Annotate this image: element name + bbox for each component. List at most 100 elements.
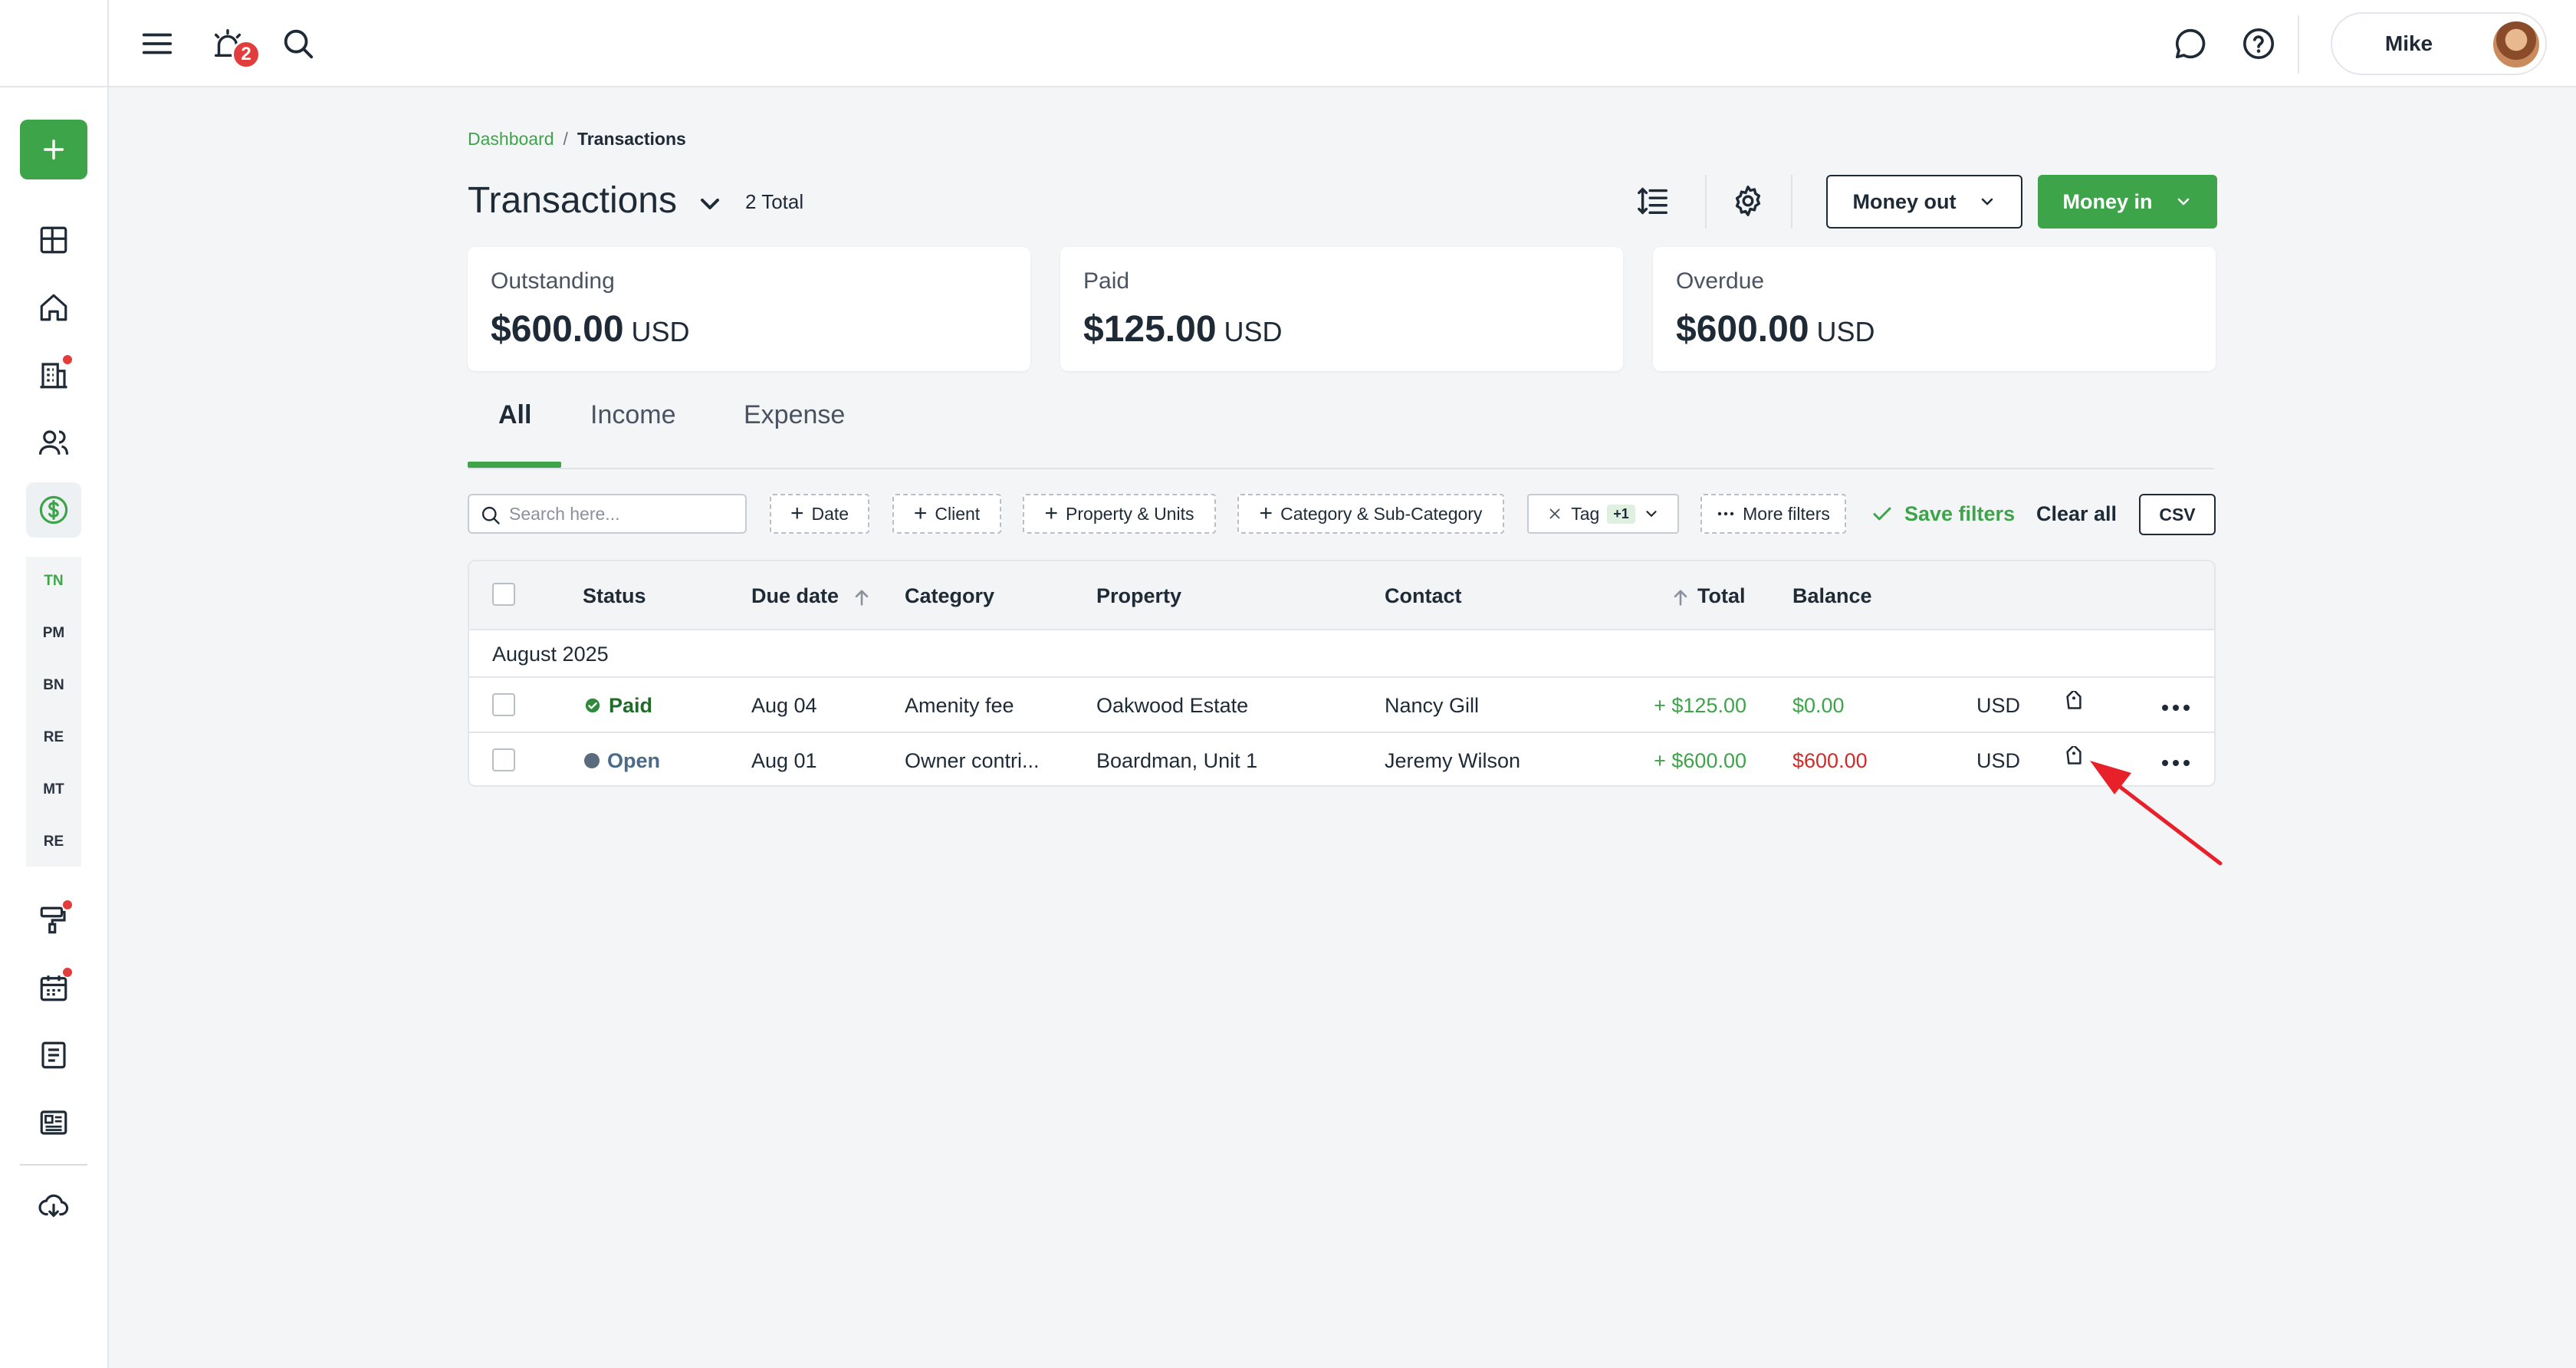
page-title: Transactions [468, 180, 677, 221]
clear-all-button[interactable]: Clear all [2036, 494, 2117, 534]
row-checkbox[interactable] [492, 693, 515, 716]
save-filters-button[interactable]: Save filters [1871, 494, 2015, 534]
table-row[interactable]: Paid Aug 04 Amenity fee Oakwood Estate N… [469, 678, 2214, 733]
more-horizontal-icon [1717, 511, 1734, 516]
filter-property-units-chip[interactable]: + Property & Units [1023, 494, 1216, 534]
stat-card-outstanding[interactable]: Outstanding $600.00 USD [468, 247, 1030, 371]
sidebar-item-contacts[interactable] [26, 415, 81, 470]
sidebar-item-dashboard[interactable] [26, 212, 81, 268]
money-out-button[interactable]: Money out [1826, 175, 2022, 229]
status-badge: Open [584, 733, 660, 785]
filter-client-chip[interactable]: + Client [892, 494, 1001, 534]
chevron-down-icon[interactable] [695, 189, 725, 219]
stat-label: Outstanding [491, 268, 615, 294]
document-icon [41, 1041, 66, 1069]
menu-button[interactable] [135, 21, 179, 66]
breadcrumb-dashboard-link[interactable]: Dashboard [468, 129, 554, 149]
sidebar-sublink-5[interactable]: MT [26, 765, 81, 814]
search-field[interactable] [468, 494, 747, 534]
sidebar-item-calendar[interactable] [26, 960, 81, 1015]
table-row[interactable]: Open Aug 01 Owner contri... Boardman, Un… [469, 733, 2214, 785]
property-cell[interactable]: Boardman, Unit 1 [1096, 733, 1257, 785]
active-tab-indicator [468, 462, 561, 468]
sidebar-item-download[interactable] [26, 1179, 81, 1234]
settings-button[interactable] [1720, 173, 1776, 229]
sidebar-sublink-1[interactable]: TN [26, 557, 81, 606]
sort-order-button[interactable] [1625, 173, 1681, 229]
sidebar-sublink-6[interactable]: RE [26, 817, 81, 867]
money-in-button[interactable]: Money in [2038, 175, 2217, 229]
close-icon[interactable] [1546, 505, 1563, 522]
toolbar-divider [1705, 175, 1707, 229]
total-count: 2 Total [745, 190, 804, 213]
more-horizontal-icon [2162, 705, 2190, 711]
tab-all[interactable]: All [498, 400, 531, 430]
user-menu[interactable]: Mike [2331, 12, 2547, 75]
more-filters-button[interactable]: More filters [1700, 494, 1846, 534]
contact-cell[interactable]: Nancy Gill [1385, 678, 1479, 733]
contact-cell[interactable]: Jeremy Wilson [1385, 733, 1520, 785]
breadcrumb-separator: / [563, 129, 568, 149]
sidebar-sublink-3[interactable]: BN [26, 661, 81, 710]
filter-label: Tag [1571, 503, 1600, 524]
annotation-arrow-icon [2090, 761, 2223, 866]
csv-export-button[interactable]: CSV [2139, 494, 2216, 535]
filter-tag-chip[interactable]: Tag +1 [1527, 494, 1679, 534]
sidebar-divider [20, 1164, 87, 1166]
status-dot [584, 753, 600, 768]
search-input[interactable] [509, 500, 731, 528]
filter-date-chip[interactable]: + Date [770, 494, 869, 534]
money-in-label: Money in [2062, 189, 2153, 213]
global-search-button[interactable] [276, 21, 320, 66]
check-icon [1873, 507, 1891, 521]
notification-dot [63, 968, 72, 977]
status-badge: Paid [584, 678, 652, 733]
stat-value: $600.00 USD [1676, 309, 1875, 350]
help-button[interactable] [2236, 21, 2281, 66]
messages-button[interactable] [2168, 21, 2213, 66]
notification-dot [63, 355, 72, 364]
tab-income[interactable]: Income [590, 400, 676, 430]
sidebar-sublink-2[interactable]: PM [26, 609, 81, 658]
sidebar-item-properties[interactable] [26, 280, 81, 335]
balance-cell: $0.00 [1792, 694, 1845, 717]
chevron-down-icon [1981, 198, 1993, 206]
row-actions-button[interactable] [2160, 678, 2191, 733]
filter-label: Client [935, 503, 981, 524]
save-filters-label: Save filters [1904, 501, 2016, 525]
stat-card-overdue[interactable]: Overdue $600.00 USD [1653, 247, 2216, 371]
sidebar-item-accounting[interactable] [26, 482, 81, 538]
column-header-status[interactable]: Status [583, 561, 646, 630]
currency-cell: USD [1976, 749, 2021, 772]
tab-expense[interactable]: Expense [744, 400, 845, 430]
sidebar-item-maintenance[interactable] [26, 893, 81, 948]
column-header-total[interactable]: Total [1670, 561, 1746, 630]
column-header-due-date[interactable]: Due date [751, 561, 872, 630]
chevron-down-icon [2177, 198, 2189, 206]
home-icon [40, 294, 67, 321]
tag-icon [2066, 689, 2082, 709]
stat-label: Paid [1083, 268, 1130, 294]
select-all-checkbox[interactable] [492, 583, 515, 606]
transaction-tabs: All Income Expense [468, 383, 2214, 469]
stat-currency: USD [1224, 316, 1283, 347]
transactions-table: Status Due date Category Property Contac… [468, 560, 2216, 787]
column-header-category[interactable]: Category [905, 561, 994, 630]
chevron-down-icon [1646, 511, 1657, 518]
column-header-contact[interactable]: Contact [1385, 561, 1462, 630]
property-cell[interactable]: Oakwood Estate [1096, 678, 1248, 733]
row-checkbox[interactable] [492, 748, 515, 771]
filter-category-chip[interactable]: + Category & Sub-Category [1237, 494, 1504, 534]
column-header-property[interactable]: Property [1096, 561, 1181, 630]
column-header-balance[interactable]: Balance [1792, 561, 1872, 630]
stat-card-paid[interactable]: Paid $125.00 USD [1060, 247, 1623, 371]
check-circle-icon [585, 698, 600, 713]
sidebar-item-reports[interactable] [26, 1095, 81, 1150]
tag-button[interactable] [2062, 679, 2085, 735]
sidebar-item-leasing[interactable] [26, 347, 81, 403]
sidebar-item-documents[interactable] [26, 1028, 81, 1083]
sidebar-sublink-4[interactable]: RE [26, 713, 81, 762]
stat-label: Overdue [1676, 268, 1765, 294]
plus-icon [43, 139, 64, 160]
create-new-button[interactable] [20, 120, 87, 179]
